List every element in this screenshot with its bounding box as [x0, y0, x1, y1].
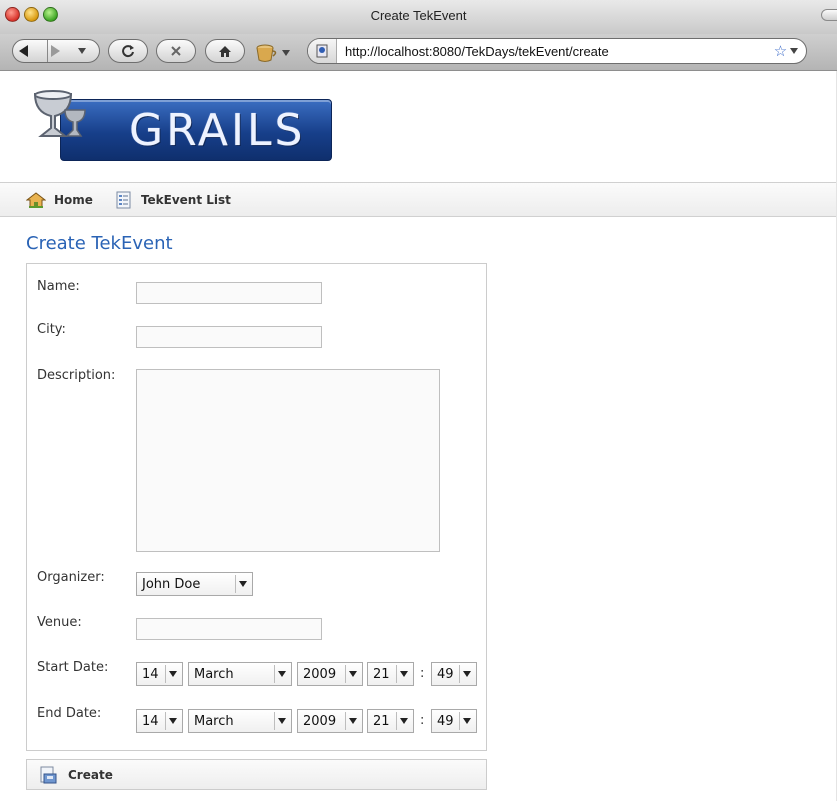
nav-home-label[interactable]: Home: [54, 193, 93, 207]
dropdown-arrow-icon: [274, 665, 289, 683]
end-minute-select[interactable]: 49: [431, 709, 477, 733]
toolbar-toggle-button[interactable]: [821, 9, 837, 21]
bookmark-star-button[interactable]: ☆: [766, 42, 806, 60]
organizer-value: John Doe: [142, 576, 201, 592]
end-year-select[interactable]: 2009: [297, 709, 363, 733]
end-hour-value: 21: [373, 713, 390, 729]
dropdown-arrow-icon: [274, 712, 289, 730]
header-logo-area: GRAILS: [0, 71, 837, 181]
start-hour-value: 21: [373, 666, 390, 682]
description-textarea[interactable]: [136, 369, 440, 552]
dropdown-arrow-icon: [345, 665, 360, 683]
start-day-value: 14: [142, 666, 159, 682]
nav-home-link[interactable]: Home: [26, 191, 93, 208]
nav-tekevent-list-label[interactable]: TekEvent List: [141, 193, 231, 207]
dropdown-arrow-icon: [459, 665, 474, 683]
grails-logo[interactable]: GRAILS: [33, 90, 332, 161]
reload-icon: [122, 45, 134, 58]
reload-button[interactable]: [108, 39, 148, 63]
end-day-value: 14: [142, 713, 159, 729]
end-date-label: End Date:: [37, 706, 102, 721]
venue-field[interactable]: [136, 618, 322, 640]
forward-arrow-icon: [50, 45, 60, 57]
back-forward-group: [12, 39, 100, 63]
forward-button[interactable]: [48, 44, 78, 58]
chevron-down-icon: [77, 48, 86, 54]
dropdown-arrow-icon: [396, 712, 411, 730]
description-label: Description:: [37, 368, 116, 383]
logo-text: GRAILS: [129, 105, 306, 156]
city-field[interactable]: [136, 326, 322, 348]
create-button-label: Create: [68, 767, 113, 782]
name-label: Name:: [37, 279, 80, 294]
save-document-icon: [40, 766, 57, 783]
stop-x-icon: [171, 46, 181, 56]
home-icon: [219, 45, 231, 57]
start-date-label: Start Date:: [37, 660, 109, 675]
start-year-select[interactable]: 2009: [297, 662, 363, 686]
dropdown-arrow-icon: [165, 712, 180, 730]
history-dropdown-button[interactable]: [77, 48, 96, 54]
page-title: Create TekEvent: [26, 233, 173, 254]
venue-label: Venue:: [37, 615, 82, 630]
time-separator: :: [420, 666, 425, 681]
start-minute-value: 49: [437, 666, 454, 682]
organizer-select[interactable]: John Doe: [136, 572, 253, 596]
stop-button[interactable]: [156, 39, 196, 63]
chevron-down-icon: [282, 50, 290, 56]
end-month-select[interactable]: March: [188, 709, 292, 733]
end-month-value: March: [194, 713, 234, 729]
start-day-select[interactable]: 14: [136, 662, 183, 686]
end-year-value: 2009: [303, 713, 337, 729]
url-text[interactable]: http://localhost:8080/TekDays/tekEvent/c…: [337, 44, 766, 59]
start-hour-select[interactable]: 21: [367, 662, 414, 686]
list-document-icon: [116, 191, 131, 208]
nav-bar: Home TekEvent List: [0, 182, 837, 217]
name-field[interactable]: [136, 282, 322, 304]
page-content: GRAILS Home TekEvent List Create TekEven…: [0, 71, 837, 801]
start-month-value: March: [194, 666, 234, 682]
end-minute-value: 49: [437, 713, 454, 729]
dropdown-arrow-icon: [396, 665, 411, 683]
address-bar[interactable]: http://localhost:8080/TekDays/tekEvent/c…: [307, 38, 807, 64]
dropdown-arrow-icon: [345, 712, 360, 730]
window-title: Create TekEvent: [370, 8, 467, 23]
house-icon: [26, 191, 46, 208]
goblet-icon: [33, 90, 86, 137]
dropdown-arrow-icon: [235, 575, 250, 593]
nav-tekevent-list-link[interactable]: TekEvent List: [115, 191, 231, 209]
city-label: City:: [37, 322, 66, 337]
create-tekevent-form: Name: City: Description: Organizer: John…: [26, 263, 487, 751]
back-arrow-icon: [18, 45, 28, 57]
back-button[interactable]: [17, 44, 47, 58]
end-hour-select[interactable]: 21: [367, 709, 414, 733]
dropdown-arrow-icon: [165, 665, 180, 683]
star-icon: ☆: [773, 42, 788, 60]
dropdown-arrow-icon: [459, 712, 474, 730]
start-minute-select[interactable]: 49: [431, 662, 477, 686]
site-info-button[interactable]: [308, 39, 337, 63]
start-month-select[interactable]: March: [188, 662, 292, 686]
start-year-value: 2009: [303, 666, 337, 682]
end-day-select[interactable]: 14: [136, 709, 183, 733]
site-identity-icon: [316, 44, 328, 58]
window-titlebar: Create TekEvent: [0, 0, 837, 35]
browser-toolbar: http://localhost:8080/TekDays/tekEvent/c…: [0, 34, 837, 71]
form-button-bar: Create: [26, 759, 487, 790]
time-separator: :: [420, 713, 425, 728]
home-button[interactable]: [205, 39, 245, 63]
coffee-cup-icon: [256, 44, 277, 62]
create-button[interactable]: Create: [38, 765, 113, 785]
chevron-down-icon: [790, 48, 799, 54]
cup-menu-button[interactable]: [256, 43, 290, 63]
organizer-label: Organizer:: [37, 570, 105, 585]
